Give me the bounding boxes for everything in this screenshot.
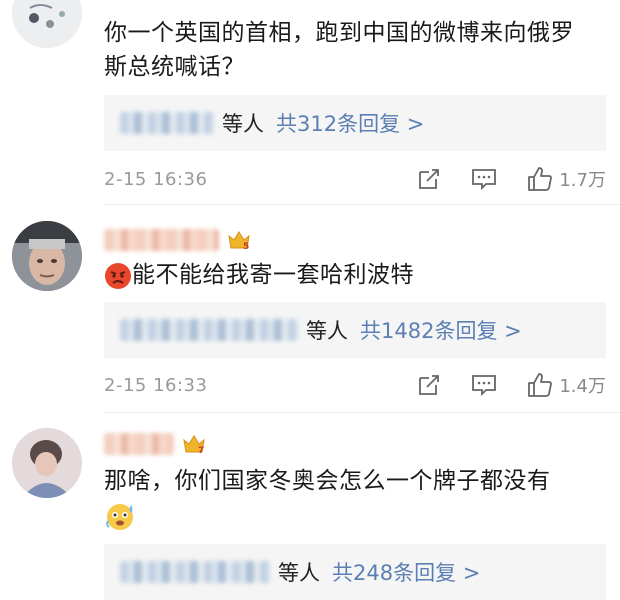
blurred-replier-names (120, 112, 214, 134)
thumbs-up-icon (528, 167, 553, 191)
vip-crown-badge: 7 (182, 432, 206, 456)
reply-deng-label: 等人 (306, 319, 348, 343)
reply-summary[interactable]: 等人 共1482条回复 > (104, 302, 606, 358)
divider (104, 204, 620, 205)
blurred-replier-names (120, 319, 298, 341)
comment-actions: 1.7万 (387, 166, 606, 192)
divider (104, 412, 620, 413)
comment-time: 2-15 16:33 (104, 374, 208, 396)
avatar[interactable] (12, 221, 82, 291)
share-button[interactable] (417, 373, 441, 397)
angry-face-emoji (105, 262, 131, 289)
comment-icon (472, 169, 497, 191)
avatar-image (12, 221, 82, 291)
avatar[interactable] (12, 0, 82, 48)
share-icon (419, 375, 440, 395)
share-icon (419, 169, 440, 189)
comment-emoji-line (104, 498, 606, 532)
comment-text-line: 斯总统喊话？ (104, 54, 245, 80)
avatar-image (12, 428, 82, 498)
avatar-image (12, 0, 82, 48)
view-replies-link[interactable]: 共312条回复 > (276, 108, 424, 138)
comment-text-line: 那啥，你们国家冬奥会怎么一个牌子都没有 (104, 468, 551, 494)
comment-meta: 2-15 16:33 1.4万 (104, 370, 606, 400)
reply-deng-label: 等人 (278, 561, 320, 585)
comment-button[interactable] (471, 167, 497, 191)
comment-time: 2-15 16:36 (104, 168, 208, 190)
svg-text:5: 5 (243, 242, 249, 252)
nervous-sweat-emoji (106, 503, 133, 530)
view-replies-link[interactable]: 共248条回复 > (332, 557, 480, 587)
reply-deng-label: 等人 (222, 112, 264, 136)
crown-icon: 5 (228, 231, 250, 252)
reply-summary[interactable]: 等人 共248条回复 > (104, 544, 606, 600)
blurred-username[interactable] (104, 433, 174, 455)
crown-icon: 7 (183, 435, 205, 456)
reply-summary[interactable]: 等人 共312条回复 > (104, 95, 606, 151)
username-row: 7 (104, 431, 206, 457)
blurred-replier-names (120, 561, 270, 583)
comment-actions: 1.4万 (387, 372, 606, 398)
share-button[interactable] (417, 167, 441, 191)
vip-crown-badge: 5 (227, 228, 251, 252)
comment-icon (472, 375, 497, 397)
svg-text:7: 7 (198, 446, 204, 456)
view-replies-link[interactable]: 共1482条回复 > (360, 315, 522, 345)
comment-text-line: 能不能给我寄一套哈利波特 (132, 262, 414, 288)
comment-button[interactable] (471, 373, 497, 397)
comment-text: 你一个英国的首相，跑到中国的微博来向俄罗 斯总统喊话？ (104, 16, 606, 84)
like-count: 1.7万 (559, 170, 606, 191)
comment-meta: 2-15 16:36 1.7万 (104, 164, 606, 194)
username-row: 5 (104, 227, 251, 253)
avatar[interactable] (12, 428, 82, 498)
comment-text: 那啥，你们国家冬奥会怎么一个牌子都没有 (104, 464, 606, 532)
comment-text-line: 你一个英国的首相，跑到中国的微博来向俄罗 (104, 20, 574, 46)
like-button[interactable]: 1.4万 (527, 372, 606, 398)
like-count: 1.4万 (559, 376, 606, 397)
comment-text: 能不能给我寄一套哈利波特 (104, 258, 606, 292)
like-button[interactable]: 1.7万 (527, 166, 606, 192)
blurred-username[interactable] (104, 229, 219, 251)
thumbs-up-icon (528, 373, 553, 397)
